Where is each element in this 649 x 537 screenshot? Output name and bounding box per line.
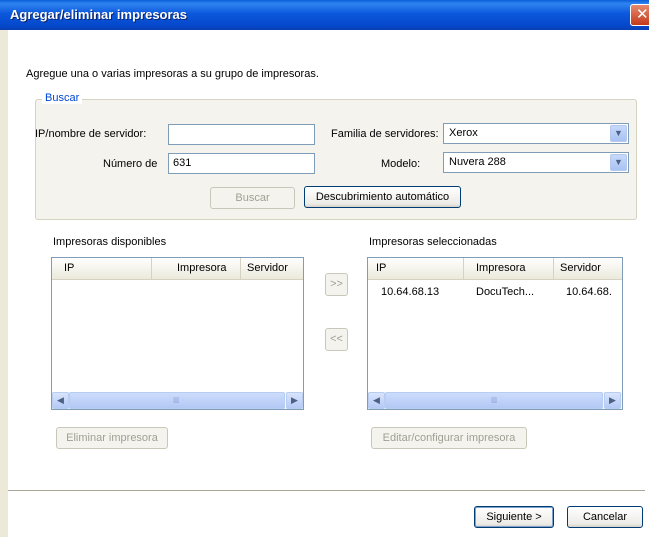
selected-label: Impresoras seleccionadas bbox=[369, 236, 497, 248]
ip-label: IP/nombre de servidor: bbox=[35, 128, 147, 140]
search-button[interactable]: Buscar bbox=[210, 187, 295, 209]
model-value: Nuvera 288 bbox=[449, 156, 506, 168]
grip-icon: ▥ bbox=[173, 397, 180, 404]
available-list[interactable]: IP Impresora Servidor ◀ ▥ ▶ bbox=[51, 257, 304, 410]
family-label: Familia de servidores: bbox=[331, 128, 439, 140]
separator bbox=[8, 490, 645, 492]
scroll-right-icon[interactable]: ▶ bbox=[286, 392, 303, 409]
selected-scrollbar[interactable]: ◀ ▥ ▶ bbox=[368, 392, 622, 409]
family-select[interactable]: Xerox ▼ bbox=[443, 123, 629, 144]
autodiscover-button[interactable]: Descubrimiento automático bbox=[304, 186, 461, 208]
column-ip[interactable]: IP bbox=[368, 258, 464, 279]
chevron-down-icon[interactable]: ▼ bbox=[610, 125, 627, 142]
add-printer-button[interactable]: >> bbox=[325, 273, 348, 296]
column-printer[interactable]: Impresora bbox=[464, 258, 554, 279]
remove-printer-list-button[interactable]: Eliminar impresora bbox=[56, 427, 168, 449]
chevron-down-icon[interactable]: ▼ bbox=[610, 154, 627, 171]
scroll-right-icon[interactable]: ▶ bbox=[604, 392, 621, 409]
scroll-left-icon[interactable]: ◀ bbox=[368, 392, 385, 409]
column-printer[interactable]: Impresora bbox=[152, 258, 241, 279]
column-server[interactable]: Servidor bbox=[554, 258, 622, 279]
family-value: Xerox bbox=[449, 127, 478, 139]
selected-list-header: IP Impresora Servidor bbox=[368, 258, 622, 280]
close-button[interactable]: ✕ bbox=[630, 4, 649, 26]
scroll-thumb[interactable]: ▥ bbox=[69, 392, 285, 409]
search-legend: Buscar bbox=[42, 92, 83, 104]
row-printer[interactable]: DocuTech... bbox=[476, 286, 534, 298]
next-button[interactable]: Siguiente > bbox=[474, 506, 554, 528]
ip-input[interactable] bbox=[168, 124, 315, 145]
column-server[interactable]: Servidor bbox=[241, 258, 303, 279]
number-input[interactable]: 631 bbox=[168, 153, 315, 174]
selected-list[interactable]: IP Impresora Servidor 10.64.68.13 DocuTe… bbox=[367, 257, 623, 410]
scroll-left-icon[interactable]: ◀ bbox=[52, 392, 69, 409]
row-ip[interactable]: 10.64.68.13 bbox=[381, 286, 439, 298]
available-scrollbar[interactable]: ◀ ▥ ▶ bbox=[52, 392, 303, 409]
remove-printer-button[interactable]: << bbox=[325, 328, 348, 351]
intro-text: Agregue una o varias impresoras a su gru… bbox=[26, 68, 319, 80]
model-select[interactable]: Nuvera 288 ▼ bbox=[443, 152, 629, 173]
model-label: Modelo: bbox=[381, 158, 421, 170]
grip-icon: ▥ bbox=[491, 397, 498, 404]
scroll-thumb[interactable]: ▥ bbox=[385, 392, 603, 409]
cancel-button[interactable]: Cancelar bbox=[567, 506, 643, 528]
available-label: Impresoras disponibles bbox=[53, 236, 167, 248]
title-bar: Agregar/eliminar impresoras ✕ bbox=[0, 0, 649, 30]
window-title: Agregar/eliminar impresoras bbox=[10, 7, 188, 22]
row-server[interactable]: 10.64.68. bbox=[566, 286, 612, 298]
edit-printer-button[interactable]: Editar/configurar impresora bbox=[371, 427, 527, 449]
close-icon: ✕ bbox=[636, 6, 649, 23]
column-ip[interactable]: IP bbox=[52, 258, 152, 279]
number-label: Número de bbox=[103, 158, 158, 170]
available-list-header: IP Impresora Servidor bbox=[52, 258, 303, 280]
